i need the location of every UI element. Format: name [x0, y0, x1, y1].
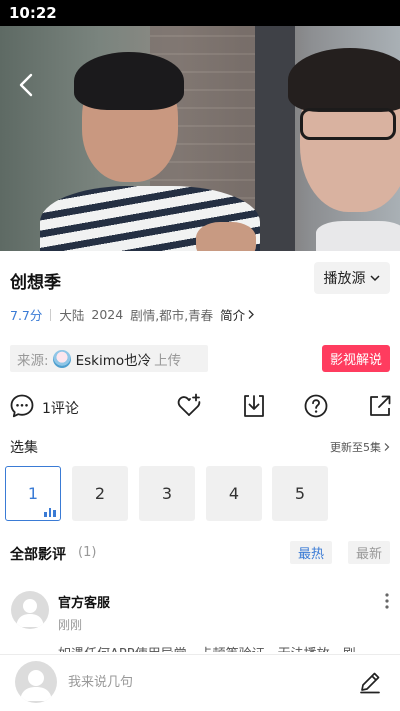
- action-bar: 1评论: [0, 392, 400, 422]
- chevron-left-icon[interactable]: [14, 72, 40, 98]
- edit-pen-icon[interactable]: [358, 670, 382, 694]
- status-bar: 10:22: [0, 0, 400, 26]
- share-icon[interactable]: [367, 393, 393, 419]
- episode-number: 3: [161, 484, 173, 503]
- meta-genres: 剧情,都市,青春: [130, 308, 214, 323]
- video-frame-second-person: [316, 221, 400, 251]
- favorite-add-icon[interactable]: [176, 393, 202, 419]
- meta-region: 大陆: [59, 308, 85, 323]
- comment-icon[interactable]: [9, 393, 35, 419]
- help-icon[interactable]: [303, 393, 329, 419]
- uploader-chip[interactable]: 来源: Eskimo也冷 上传: [10, 345, 208, 372]
- episodes-update-label: 更新至5集: [330, 441, 381, 454]
- video-explain-button[interactable]: 影视解说: [322, 345, 390, 372]
- avatar[interactable]: [11, 591, 49, 629]
- reviews-count: (1): [78, 545, 97, 560]
- uploader-avatar: [52, 349, 71, 368]
- source-select-button[interactable]: 播放源: [314, 262, 390, 294]
- status-time: 10:22: [9, 4, 57, 22]
- show-title: 创想季: [10, 273, 61, 293]
- default-avatar-icon: [16, 599, 44, 627]
- uploader-suffix: 上传: [154, 352, 182, 369]
- uploader-name: Eskimo也冷: [75, 352, 152, 369]
- uploader-prefix: 来源:: [17, 352, 49, 369]
- comment-time: 刚刚: [58, 618, 83, 632]
- video-frame-pillar: [255, 26, 295, 251]
- chevron-right-icon: [248, 310, 255, 319]
- reviews-title: 全部影评: [10, 547, 66, 563]
- video-player[interactable]: [0, 26, 400, 251]
- episode-number: 2: [94, 484, 106, 503]
- source-button-label: 播放源: [323, 271, 366, 287]
- video-frame-hand: [196, 222, 256, 251]
- sort-hot-button[interactable]: 最热: [290, 541, 332, 564]
- comment-username[interactable]: 官方客服: [58, 592, 110, 611]
- episode-item[interactable]: 3: [139, 466, 195, 521]
- comment-bar: [0, 654, 400, 711]
- episode-number: 4: [228, 484, 240, 503]
- comment-count[interactable]: 1评论: [42, 398, 79, 418]
- download-icon[interactable]: [241, 393, 267, 419]
- rating-score: 7.7分: [10, 308, 43, 323]
- chevron-down-icon: [369, 275, 380, 282]
- episode-item[interactable]: 5: [272, 466, 328, 521]
- episode-item[interactable]: 4: [206, 466, 262, 521]
- sort-new-button[interactable]: 最新: [348, 541, 390, 564]
- avatar: [15, 661, 57, 703]
- default-avatar-icon: [20, 670, 52, 701]
- episodes-update-link[interactable]: 更新至5集: [330, 439, 390, 455]
- episode-item[interactable]: 2: [72, 466, 128, 521]
- video-frame-second-person-hair: [288, 48, 400, 112]
- episode-item[interactable]: 1: [5, 466, 61, 521]
- meta-year: 2024: [91, 307, 124, 322]
- intro-link[interactable]: 简介: [220, 305, 255, 324]
- video-frame-glasses: [300, 108, 396, 140]
- video-frame-person-hair: [74, 52, 184, 110]
- episode-number: 1: [27, 484, 39, 503]
- meta-divider: [50, 308, 52, 321]
- episode-number: 5: [294, 484, 306, 503]
- playing-indicator-icon: [44, 508, 56, 517]
- intro-label: 简介: [220, 308, 246, 323]
- more-vertical-icon[interactable]: [382, 592, 392, 610]
- episodes-title: 选集: [10, 440, 38, 456]
- comment-input[interactable]: [68, 667, 338, 697]
- chevron-right-icon: [384, 443, 390, 451]
- show-meta: 7.7分 大陆 2024 剧情,都市,青春 简介: [10, 305, 255, 324]
